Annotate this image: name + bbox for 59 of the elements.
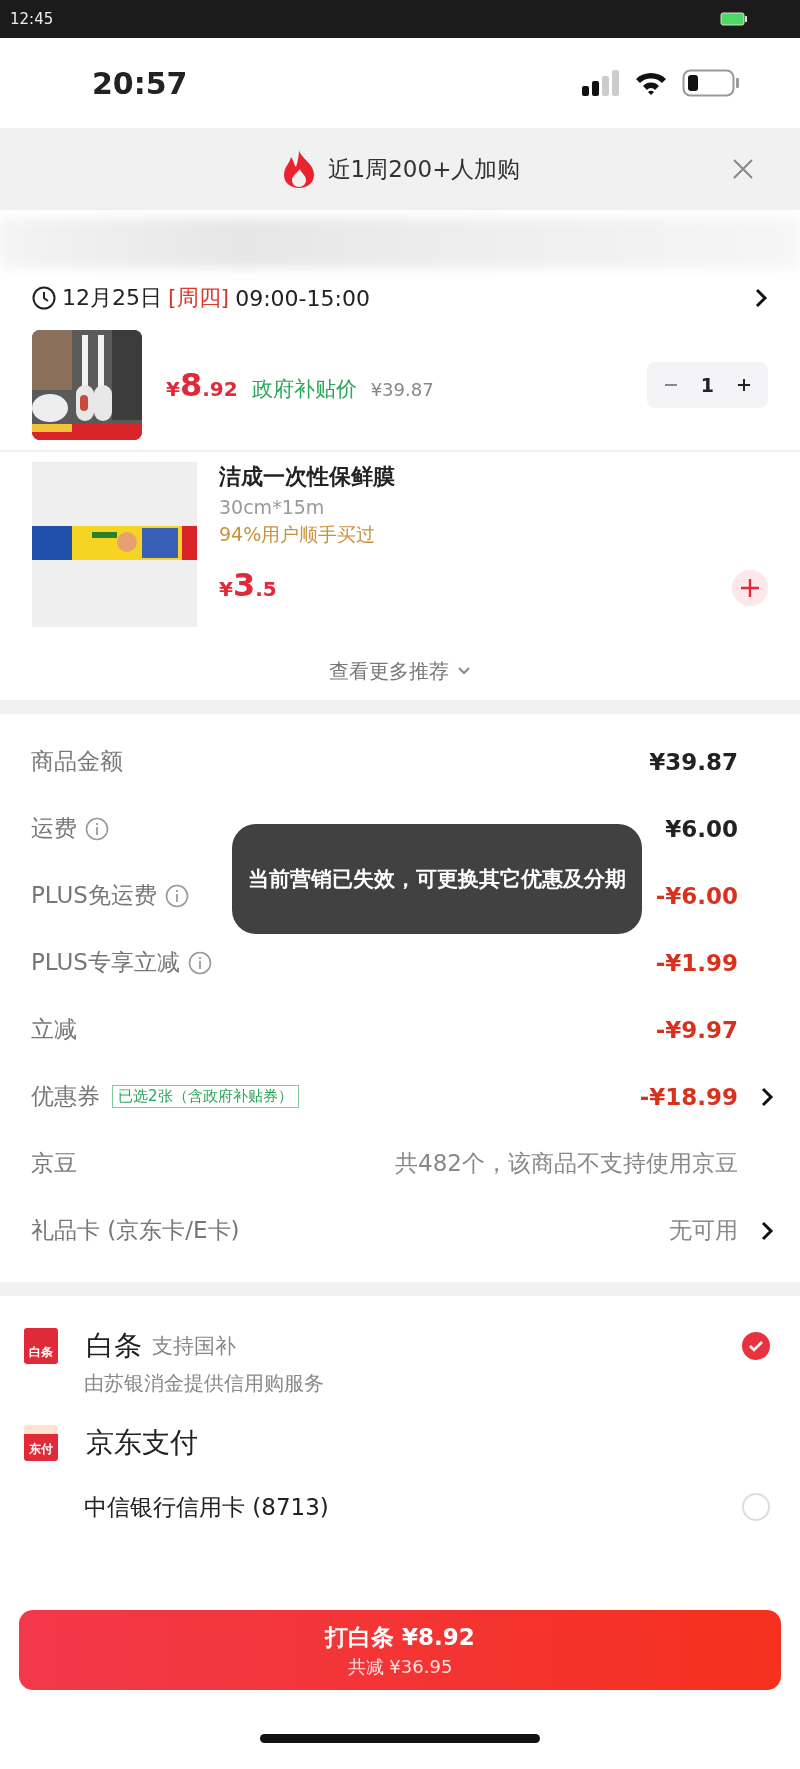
summary-value: 无可用 xyxy=(669,1216,738,1245)
product-price: ¥3.5 xyxy=(219,566,278,604)
pay-button[interactable]: 打白条 ¥8.92 共减 ¥36.95 xyxy=(19,1610,781,1690)
delivery-date: 12月25日 xyxy=(62,284,162,312)
sale-price: ¥8.92 xyxy=(166,366,238,404)
battery-icon xyxy=(682,69,740,97)
system-time: 12:45 xyxy=(10,10,54,28)
original-price: ¥39.87 xyxy=(370,379,434,400)
battery-icon xyxy=(720,12,748,26)
info-icon[interactable] xyxy=(165,883,189,908)
toast-message: 当前营销已失效，可更换其它优惠及分期 xyxy=(232,824,642,934)
summary-value: ¥6.00 xyxy=(665,815,738,842)
delivery-row[interactable]: 12月25日 [周四] 09:00-15:00 xyxy=(0,276,800,320)
close-icon[interactable] xyxy=(732,158,754,180)
payment-logo: 东付 xyxy=(24,1425,58,1461)
product-spec: 30cm*15m xyxy=(219,496,326,518)
plus-icon xyxy=(739,577,761,599)
summary-label: 商品金额 xyxy=(31,747,123,776)
payment-description: 由苏银消金提供信用购服务 xyxy=(83,1370,325,1397)
summary-label: 礼品卡 (京东卡/E卡) xyxy=(31,1216,240,1245)
plus-icon[interactable] xyxy=(736,377,752,393)
payment-group-name: 京东支付 xyxy=(86,1425,198,1461)
summary-label: 立减 xyxy=(31,1015,77,1044)
summary-value: -¥6.00 xyxy=(655,882,738,909)
radio-button[interactable] xyxy=(742,1332,770,1360)
summary-value: -¥1.99 xyxy=(655,949,738,976)
chevron-icon[interactable] xyxy=(760,1219,774,1242)
summary-label: 京豆 xyxy=(31,1149,77,1178)
chevron-down-icon xyxy=(457,666,471,676)
summary-value: 共482个，该商品不支持使用京豆 xyxy=(395,1149,738,1178)
delivery-time: 09:00-15:00 xyxy=(235,285,370,311)
product-title: 洁成一次性保鲜膜 xyxy=(219,463,395,491)
banner-text: 近1周200+人加购 xyxy=(327,154,521,184)
coupon-tag: 已选2张（含政府补贴券） xyxy=(112,1085,299,1108)
quantity-value: 1 xyxy=(700,374,714,396)
payment-name: 白条 xyxy=(86,1328,142,1364)
status-time: 20:57 xyxy=(92,65,188,101)
summary-label: PLUS免运费 xyxy=(31,881,157,910)
summary-value: ¥39.87 xyxy=(649,748,738,775)
payment-note: 支持国补 xyxy=(152,1333,236,1360)
payment-logo: 白条 xyxy=(24,1328,58,1364)
info-icon[interactable] xyxy=(85,816,109,841)
clock-icon xyxy=(32,286,56,310)
delivery-weekday: [周四] xyxy=(168,284,230,312)
wifi-icon xyxy=(634,70,668,96)
info-icon[interactable] xyxy=(188,950,212,975)
summary-label: 运费 xyxy=(31,814,77,843)
summary-label: PLUS专享立减 xyxy=(31,948,180,977)
chevron-icon[interactable] xyxy=(760,1085,774,1108)
signal-icon xyxy=(582,70,620,96)
chevron-icon xyxy=(754,287,768,309)
card-name: 中信银行信用卡 (8713) xyxy=(84,1492,329,1522)
add-button[interactable] xyxy=(732,570,768,606)
summary-value: -¥18.99 xyxy=(639,1083,738,1110)
social-proof: 94%用户顺手买过 xyxy=(219,522,377,547)
price-label: 政府补贴价 xyxy=(251,376,357,403)
summary-value: -¥9.97 xyxy=(655,1016,738,1043)
summary-label: 优惠券 xyxy=(31,1082,100,1111)
more-link[interactable]: 查看更多推荐 xyxy=(329,657,449,685)
